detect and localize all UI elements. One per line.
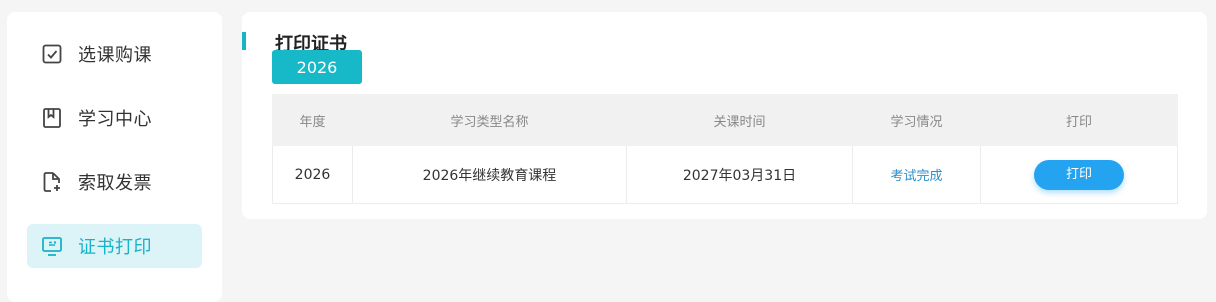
- sidebar-item-certificate-print[interactable]: 证书打印: [27, 224, 202, 268]
- sidebar-item-label: 索取发票: [78, 173, 152, 194]
- sidebar: 选课购课 学习中心 索取发票 证书打印: [7, 12, 222, 302]
- status-link[interactable]: 考试完成: [890, 169, 942, 184]
- sidebar-item-label: 选课购课: [78, 45, 152, 66]
- cell-status: 考试完成: [852, 145, 981, 204]
- cell-year: 2026: [272, 145, 353, 204]
- bookmark-icon: [40, 106, 64, 130]
- certificate-panel: 打印证书 2026 年度 学习类型名称 关课时间 学习情况 打印 2026 20…: [242, 12, 1207, 219]
- cell-print: 打印: [980, 145, 1178, 204]
- print-button[interactable]: 打印: [1034, 159, 1124, 190]
- checkbox-icon: [40, 42, 64, 66]
- table-header-row: 年度 学习类型名称 关课时间 学习情况 打印: [272, 94, 1178, 146]
- sidebar-item-label: 证书打印: [78, 237, 152, 258]
- column-header-year: 年度: [272, 94, 353, 146]
- sidebar-item-label: 学习中心: [78, 109, 152, 130]
- certificate-monitor-icon: [40, 234, 64, 258]
- tab-year[interactable]: 2026: [272, 50, 362, 84]
- sidebar-item-learning-center[interactable]: 学习中心: [27, 96, 202, 140]
- cell-type-name: 2026年继续教育课程: [352, 145, 627, 204]
- file-add-icon: [40, 170, 64, 194]
- column-header-type-name: 学习类型名称: [352, 94, 627, 146]
- column-header-status: 学习情况: [852, 94, 981, 146]
- table-row: 2026 2026年继续教育课程 2027年03月31日 考试完成 打印: [272, 145, 1178, 204]
- title-accent-bar: [242, 32, 246, 50]
- sidebar-item-request-invoice[interactable]: 索取发票: [27, 160, 202, 204]
- sidebar-item-course-purchase[interactable]: 选课购课: [27, 32, 202, 76]
- column-header-print: 打印: [980, 94, 1178, 146]
- cell-close-time: 2027年03月31日: [626, 145, 853, 204]
- column-header-close-time: 关课时间: [626, 94, 853, 146]
- certificate-table: 年度 学习类型名称 关课时间 学习情况 打印 2026 2026年继续教育课程 …: [272, 94, 1178, 204]
